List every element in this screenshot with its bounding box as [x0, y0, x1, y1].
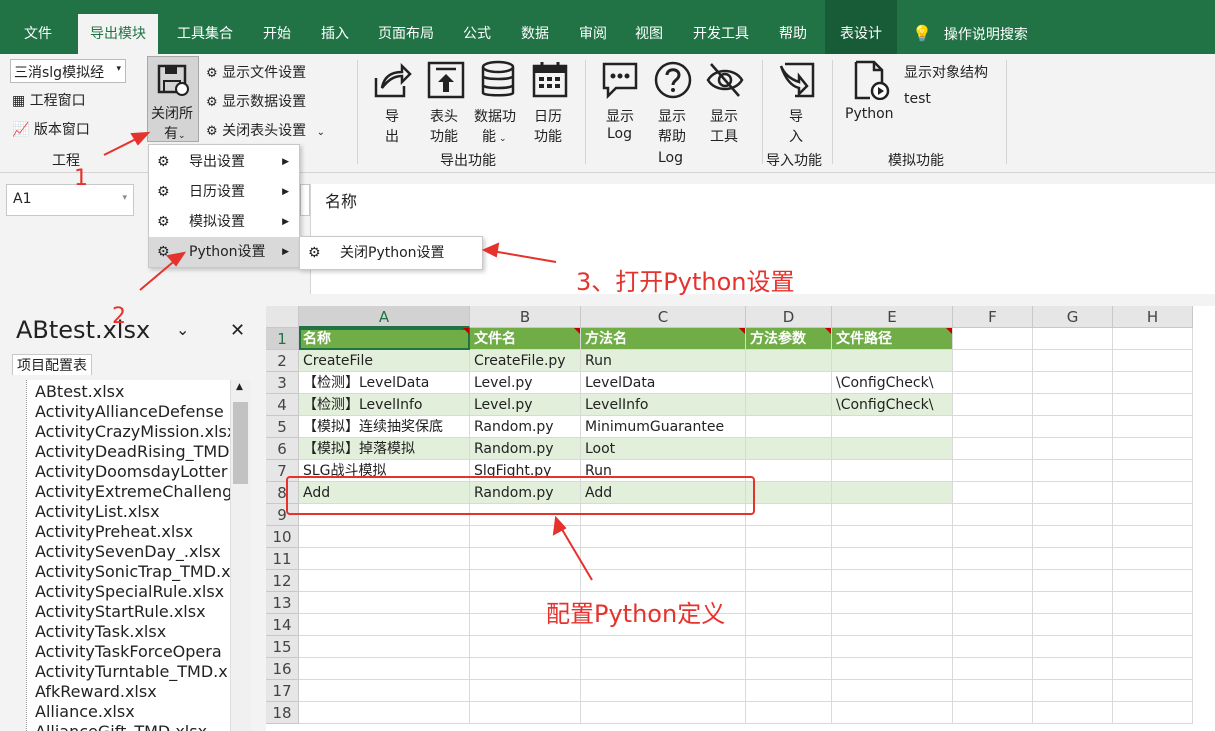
- annotation-step-3: 3、打开Python设置: [576, 268, 795, 296]
- annotation-step-1: 1: [74, 166, 88, 191]
- annotation-config-python: 配置Python定义: [546, 600, 726, 628]
- annotation-step-2: 2: [112, 304, 126, 329]
